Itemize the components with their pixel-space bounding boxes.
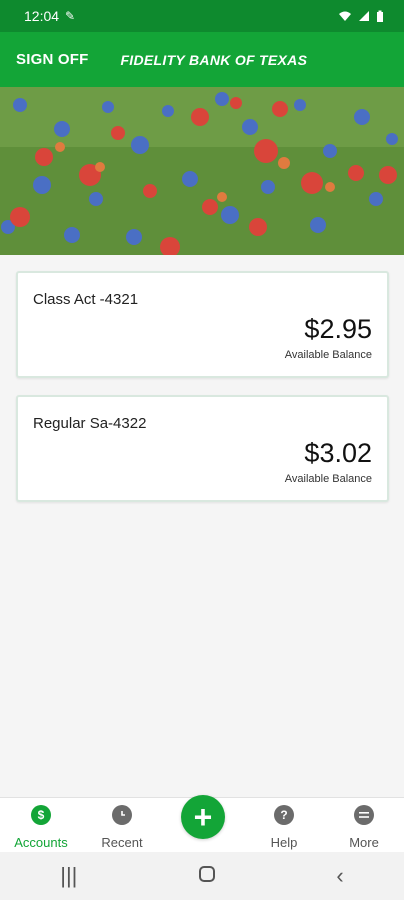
sign-off-button[interactable]: SIGN OFF — [16, 51, 88, 68]
account-name: Regular Sa-4322 — [33, 415, 147, 432]
nav-accounts-label: Accounts — [14, 835, 68, 850]
wrench-icon: ✎ — [65, 9, 76, 23]
add-button[interactable]: + — [181, 795, 225, 839]
balance-label: Available Balance — [284, 473, 372, 485]
back-icon[interactable]: ‹ — [336, 863, 343, 889]
question-icon: ? — [274, 805, 294, 825]
plus-icon: + — [193, 799, 213, 835]
balance-label: Available Balance — [284, 349, 372, 361]
recents-icon[interactable]: ||| — [60, 863, 77, 889]
app-header: SIGN OFF FIDELITY BANK OF TEXAS — [0, 32, 404, 87]
menu-icon — [354, 805, 374, 825]
clock-time: 12:04 — [24, 8, 60, 24]
banner-image — [0, 87, 404, 255]
status-icons — [338, 10, 384, 23]
system-nav-bar: ||| ‹ — [0, 852, 404, 900]
nav-recent[interactable]: Recent — [82, 798, 162, 853]
clock-icon — [112, 805, 132, 825]
signal-icon — [359, 11, 369, 21]
nav-recent-label: Recent — [101, 835, 143, 850]
status-bar: 12:04 ✎ — [0, 0, 404, 32]
nav-help[interactable]: ? Help — [244, 798, 324, 853]
bank-title: FIDELITY BANK OF TEXAS — [120, 51, 308, 68]
account-balance: $2.95 — [304, 314, 372, 344]
nav-more-label: More — [349, 835, 379, 850]
account-card-class-act[interactable]: Class Act -4321 $2.95 Available Balance — [16, 271, 389, 378]
battery-icon — [377, 10, 383, 22]
nav-accounts[interactable]: $ Accounts — [1, 798, 81, 853]
nav-more[interactable]: More — [324, 798, 404, 853]
wifi-icon — [339, 11, 351, 21]
account-card-regular-savings[interactable]: Regular Sa-4322 $3.02 Available Balance — [16, 395, 389, 502]
account-name: Class Act -4321 — [33, 291, 139, 308]
home-icon[interactable] — [198, 863, 216, 889]
dollar-circle-icon: $ — [31, 805, 51, 825]
nav-help-label: Help — [270, 835, 298, 850]
account-balance: $3.02 — [304, 438, 372, 468]
